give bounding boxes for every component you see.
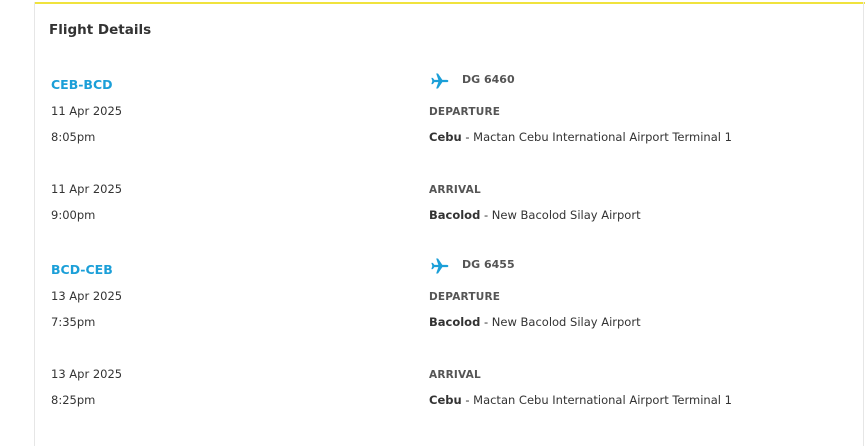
section-title: Flight Details — [49, 22, 152, 38]
arrival-location: Bacolod - New Bacolod Silay Airport — [429, 208, 641, 222]
arrival-time: 9:00pm — [51, 208, 96, 222]
route-code: BCD-CEB — [51, 262, 113, 277]
location-separator: - — [461, 130, 474, 144]
departure-city: Cebu — [429, 130, 462, 144]
arrival-label: ARRIVAL — [429, 184, 481, 196]
flight-number: DG 6455 — [462, 258, 515, 271]
airplane-icon — [431, 73, 449, 89]
arrival-city: Cebu — [429, 393, 462, 407]
arrival-date: 13 Apr 2025 — [51, 367, 123, 381]
departure-label: DEPARTURE — [429, 291, 501, 303]
location-separator: - — [480, 208, 492, 222]
arrival-date: 11 Apr 2025 — [51, 182, 123, 196]
departure-airport: Mactan Cebu International Airport Termin… — [473, 130, 732, 144]
departure-date: 11 Apr 2025 — [51, 104, 123, 118]
flight-number: DG 6460 — [462, 73, 515, 86]
route-code: CEB-BCD — [51, 77, 113, 92]
departure-airport: New Bacolod Silay Airport — [491, 315, 641, 329]
departure-label: DEPARTURE — [429, 106, 501, 118]
right-divider — [863, 2, 864, 446]
arrival-location: Cebu - Mactan Cebu International Airport… — [429, 393, 732, 407]
arrival-city: Bacolod — [429, 208, 481, 222]
arrival-airport: New Bacolod Silay Airport — [491, 208, 641, 222]
airplane-icon — [431, 258, 449, 274]
left-divider — [34, 2, 35, 446]
departure-location: Cebu - Mactan Cebu International Airport… — [429, 130, 732, 144]
departure-location: Bacolod - New Bacolod Silay Airport — [429, 315, 641, 329]
location-separator: - — [461, 393, 474, 407]
departure-time: 7:35pm — [51, 315, 96, 329]
arrival-label: ARRIVAL — [429, 369, 481, 381]
location-separator: - — [480, 315, 492, 329]
top-accent-border — [34, 2, 865, 4]
departure-city: Bacolod — [429, 315, 481, 329]
departure-date: 13 Apr 2025 — [51, 289, 123, 303]
arrival-airport: Mactan Cebu International Airport Termin… — [473, 393, 732, 407]
departure-time: 8:05pm — [51, 130, 96, 144]
arrival-time: 8:25pm — [51, 393, 96, 407]
